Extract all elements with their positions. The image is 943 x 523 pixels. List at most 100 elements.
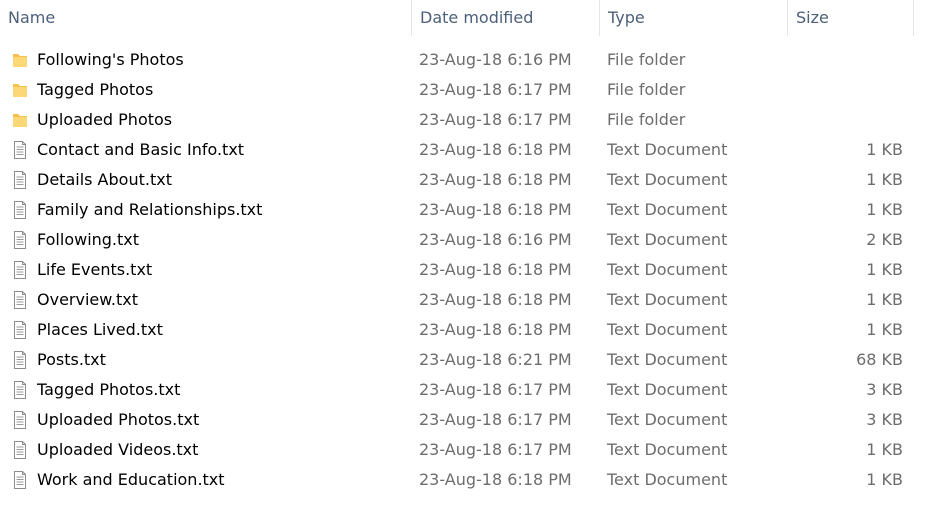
file-name: Uploaded Videos.txt xyxy=(37,440,199,459)
file-row[interactable]: Places Lived.txt 23-Aug-18 6:18 PM Text Do… xyxy=(0,315,943,345)
column-header-date[interactable]: Date modified xyxy=(411,0,599,36)
text-document-icon xyxy=(12,141,28,159)
sort-ascending-icon: ⌃ xyxy=(199,0,208,7)
file-size: 1 KB xyxy=(866,470,903,489)
text-document-icon xyxy=(12,321,28,339)
file-type: Text Document xyxy=(607,290,728,309)
file-name: Work and Education.txt xyxy=(37,470,225,489)
file-size: 1 KB xyxy=(866,140,903,159)
file-row[interactable]: Following.txt 23-Aug-18 6:16 PM Text Docum… xyxy=(0,225,943,255)
file-type: File folder xyxy=(607,50,686,69)
file-type: Text Document xyxy=(607,200,728,219)
file-date-modified: 23-Aug-18 6:17 PM xyxy=(419,380,572,399)
file-size: 1 KB xyxy=(866,200,903,219)
column-header-name-label: Name xyxy=(8,8,56,27)
file-type: Text Document xyxy=(607,380,728,399)
file-date-modified: 23-Aug-18 6:17 PM xyxy=(419,440,572,459)
folder-icon xyxy=(12,81,28,99)
file-date-modified: 23-Aug-18 6:18 PM xyxy=(419,170,572,189)
file-row[interactable]: Details About.txt 23-Aug-18 6:18 PM Text D… xyxy=(0,165,943,195)
file-type: File folder xyxy=(607,80,686,99)
file-size: 1 KB xyxy=(866,170,903,189)
column-header-type[interactable]: Type xyxy=(599,0,787,36)
text-document-icon xyxy=(12,201,28,219)
file-row[interactable]: Work and Education.txt 23-Aug-18 6:18 PM T… xyxy=(0,465,943,495)
file-size xyxy=(800,105,903,135)
file-size: 1 KB xyxy=(866,320,903,339)
file-name: Following.txt xyxy=(37,230,140,249)
file-size: 1 KB xyxy=(866,260,903,279)
file-type: Text Document xyxy=(607,260,728,279)
file-date-modified: 23-Aug-18 6:21 PM xyxy=(419,350,572,369)
file-name: Posts.txt xyxy=(37,350,106,369)
column-header-filler xyxy=(913,0,943,36)
file-date-modified: 23-Aug-18 6:18 PM xyxy=(419,260,572,279)
file-row[interactable]: Tagged Photos 23-Aug-18 6:17 PM File folde… xyxy=(0,75,943,105)
file-date-modified: 23-Aug-18 6:16 PM xyxy=(419,230,572,249)
text-document-icon xyxy=(12,231,28,249)
file-size: 3 KB xyxy=(866,380,903,399)
column-header-size-label: Size xyxy=(796,8,829,27)
column-header-size[interactable]: Size xyxy=(787,0,913,36)
file-size: 1 KB xyxy=(866,290,903,309)
file-row[interactable]: Posts.txt 23-Aug-18 6:21 PM Text Document 6… xyxy=(0,345,943,375)
file-row[interactable]: Family and Relationships.txt 23-Aug-18 6:… xyxy=(0,195,943,225)
file-type: Text Document xyxy=(607,410,728,429)
column-header-bar: Name ⌃ Date modified Type Size xyxy=(0,0,943,36)
text-document-icon xyxy=(12,351,28,369)
file-name: Family and Relationships.txt xyxy=(37,200,263,219)
text-document-icon xyxy=(12,471,28,489)
file-type: Text Document xyxy=(607,350,728,369)
text-document-icon xyxy=(12,441,28,459)
file-type: Text Document xyxy=(607,320,728,339)
text-document-icon xyxy=(12,291,28,309)
file-name: Tagged Photos xyxy=(37,80,154,99)
file-type: Text Document xyxy=(607,470,728,489)
file-name: Following's Photos xyxy=(37,50,184,69)
column-header-type-label: Type xyxy=(608,8,645,27)
text-document-icon xyxy=(12,171,28,189)
file-date-modified: 23-Aug-18 6:18 PM xyxy=(419,290,572,309)
file-date-modified: 23-Aug-18 6:18 PM xyxy=(419,200,572,219)
file-name: Life Events.txt xyxy=(37,260,153,279)
file-name: Tagged Photos.txt xyxy=(37,380,181,399)
file-date-modified: 23-Aug-18 6:16 PM xyxy=(419,50,572,69)
file-type: File folder xyxy=(607,110,686,129)
file-row[interactable]: Uploaded Photos.txt 23-Aug-18 6:17 PM Text… xyxy=(0,405,943,435)
file-size: 1 KB xyxy=(866,440,903,459)
file-size: 2 KB xyxy=(866,230,903,249)
file-date-modified: 23-Aug-18 6:17 PM xyxy=(419,80,572,99)
file-name: Uploaded Photos.txt xyxy=(37,410,200,429)
folder-icon xyxy=(12,111,28,129)
file-name: Uploaded Photos xyxy=(37,110,173,129)
text-document-icon xyxy=(12,261,28,279)
file-name: Contact and Basic Info.txt xyxy=(37,140,245,159)
folder-icon xyxy=(12,51,28,69)
file-size: 3 KB xyxy=(866,410,903,429)
file-type: Text Document xyxy=(607,440,728,459)
file-type: Text Document xyxy=(607,170,728,189)
file-row[interactable]: Uploaded Photos 23-Aug-18 6:17 PM File fol… xyxy=(0,105,943,135)
file-row[interactable]: Uploaded Videos.txt 23-Aug-18 6:17 PM Text… xyxy=(0,435,943,465)
file-size xyxy=(800,75,903,105)
file-size: 68 KB xyxy=(856,350,903,369)
file-row[interactable]: Contact and Basic Info.txt 23-Aug-18 6:18… xyxy=(0,135,943,165)
text-document-icon xyxy=(12,381,28,399)
file-date-modified: 23-Aug-18 6:17 PM xyxy=(419,410,572,429)
file-row[interactable]: Life Events.txt 23-Aug-18 6:18 PM Text Doc… xyxy=(0,255,943,285)
file-date-modified: 23-Aug-18 6:18 PM xyxy=(419,140,572,159)
file-name: Details About.txt xyxy=(37,170,172,189)
text-document-icon xyxy=(12,411,28,429)
file-date-modified: 23-Aug-18 6:17 PM xyxy=(419,110,572,129)
file-name: Places Lived.txt xyxy=(37,320,163,339)
file-row[interactable]: Overview.txt 23-Aug-18 6:18 PM Text Docume… xyxy=(0,285,943,315)
file-list: Following's Photos 23-Aug-18 6:16 PM File … xyxy=(0,45,943,495)
file-date-modified: 23-Aug-18 6:18 PM xyxy=(419,320,572,339)
file-row[interactable]: Tagged Photos.txt 23-Aug-18 6:17 PM Text D… xyxy=(0,375,943,405)
file-type: Text Document xyxy=(607,230,728,249)
file-type: Text Document xyxy=(607,140,728,159)
file-name: Overview.txt xyxy=(37,290,138,309)
file-row[interactable]: Following's Photos 23-Aug-18 6:16 PM File … xyxy=(0,45,943,75)
column-header-date-label: Date modified xyxy=(420,8,534,27)
file-date-modified: 23-Aug-18 6:18 PM xyxy=(419,470,572,489)
